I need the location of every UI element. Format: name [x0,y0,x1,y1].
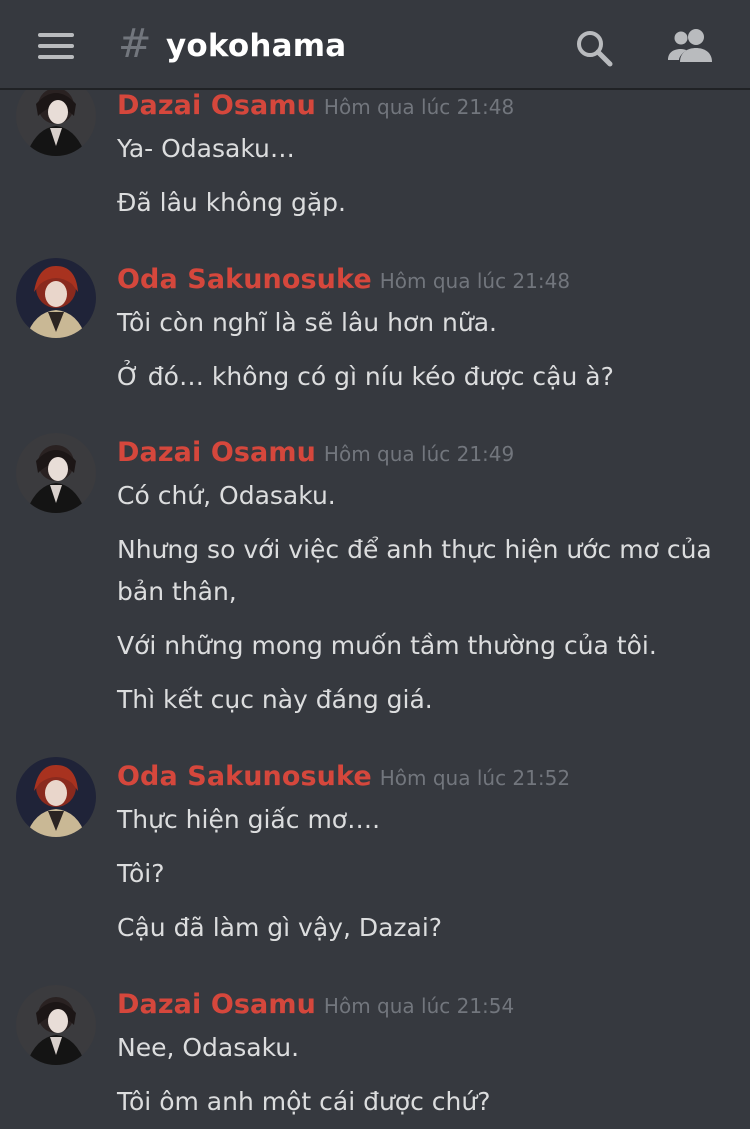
message-header: Dazai Osamu Hôm qua lúc 21:48 [117,90,514,124]
message-text: Đã lâu không gặp. [117,188,346,217]
message-header: Oda Sakunosuke Hôm qua lúc 21:48 [117,264,570,298]
avatar-dazai[interactable] [16,985,96,1065]
message-timestamp: Hôm qua lúc 21:52 [379,766,571,790]
author-name[interactable]: Dazai Osamu [117,437,316,468]
avatar-dazai[interactable] [16,90,96,156]
message-timestamp: Hôm qua lúc 21:49 [323,442,515,466]
members-icon[interactable] [666,28,714,64]
author-name[interactable]: Dazai Osamu [117,989,316,1020]
search-icon[interactable] [574,28,614,68]
hamburger-icon[interactable] [38,33,74,59]
avatar-oda[interactable] [16,757,96,837]
message-text: Thì kết cục này đáng giá. [117,685,433,714]
message-text: Nhưng so với việc để anh thực hiện ước m… [117,535,712,606]
avatar-dazai[interactable] [16,433,96,513]
avatar-oda[interactable] [16,258,96,338]
message-text: Nee, Odasaku. [117,1033,300,1062]
author-name[interactable]: Oda Sakunosuke [117,264,372,295]
channel-name: yokohama [166,28,347,64]
message-text: Cậu đã làm gì vậy, Dazai? [117,913,443,942]
message-text: Ở đó… không có gì níu kéo được cậu à? [117,362,614,391]
message-timestamp: Hôm qua lúc 21:54 [323,994,515,1018]
message-timestamp: Hôm qua lúc 21:48 [379,269,571,293]
message-header: Dazai Osamu Hôm qua lúc 21:49 [117,437,514,471]
channel-hash-icon: # [118,21,152,67]
message-header: Dazai Osamu Hôm qua lúc 21:54 [117,989,514,1023]
message-text: Thực hiện giấc mơ…. [117,805,381,834]
author-name[interactable]: Oda Sakunosuke [117,761,372,792]
channel-header: # yokohama [0,0,750,90]
message-text: Tôi còn nghĩ là sẽ lâu hơn nữa. [117,308,497,337]
message-text: Tôi? [117,859,165,888]
message-text: Tôi ôm anh một cái được chứ? [117,1087,491,1116]
author-name[interactable]: Dazai Osamu [117,90,316,121]
message-list[interactable]: Dazai Osamu Hôm qua lúc 21:48 Ya- Odasaku… [0,90,750,1129]
message-text: Có chứ, Odasaku. [117,481,336,510]
message-header: Oda Sakunosuke Hôm qua lúc 21:52 [117,761,570,795]
message-text: Với những mong muốn tầm thường của tôi. [117,631,657,660]
message-text: Ya- Odasaku… [117,134,295,163]
message-timestamp: Hôm qua lúc 21:48 [323,95,515,119]
